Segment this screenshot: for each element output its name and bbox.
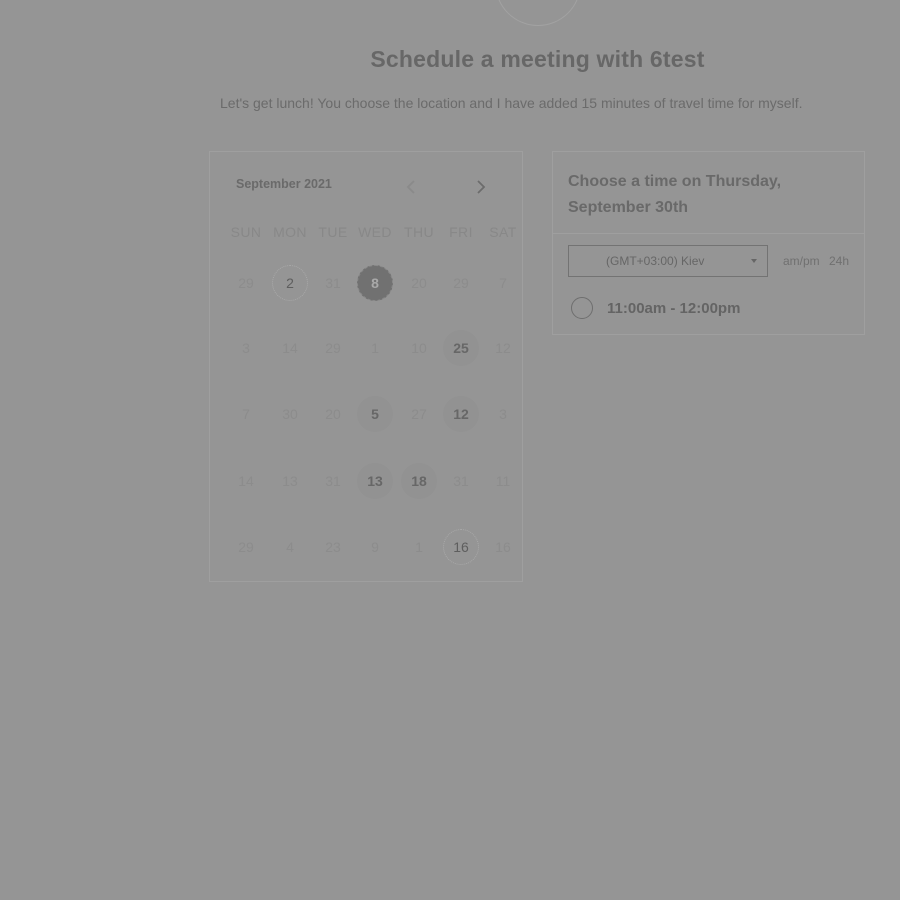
meeting-description: Let's get lunch! You choose the location… [220, 95, 803, 111]
calendar-day: 29 [238, 275, 254, 291]
calendar-day-selected[interactable]: 8 [357, 265, 393, 301]
time-slot-panel: Choose a time on Thursday, September 30t… [552, 151, 865, 335]
calendar-day: 29 [238, 539, 254, 555]
calendar-day: 14 [238, 473, 254, 489]
page-title: Schedule a meeting with 6test [370, 46, 705, 72]
calendar-day: 1 [371, 340, 379, 356]
calendar-day: 30 [282, 406, 298, 422]
caret-down-icon [751, 259, 757, 263]
calendar-day: 31 [325, 473, 341, 489]
calendar-day-marked: 2 [272, 265, 308, 301]
calendar-day: 27 [411, 406, 427, 422]
calendar-day-available[interactable]: 18 [401, 463, 437, 499]
calendar-day: 11 [495, 473, 511, 489]
date-picker-calendar: September 2021 SUN MON TUE WED THU FRI SAT 29 2… [209, 151, 523, 582]
scheduling-page: Schedule a meeting with 6test Let's get … [0, 0, 900, 900]
calendar-day: 4 [286, 539, 294, 555]
timezone-select[interactable]: (GMT+03:00) Kiev [568, 245, 768, 277]
calendar-day-marked: 16 [443, 529, 479, 565]
timezone-value: (GMT+03:00) Kiev [606, 254, 705, 268]
host-avatar [495, 0, 581, 26]
calendar-day-available[interactable]: 5 [357, 396, 393, 432]
calendar-day: 23 [325, 539, 341, 555]
day-grid: 29 2 31 8 20 29 7 3 14 29 1 10 25 12 7 30 20 5 27 12 3 14 13 31… [210, 152, 524, 583]
radio-button[interactable] [571, 297, 593, 319]
format-24h-toggle[interactable]: 24h [829, 254, 849, 268]
calendar-day: 9 [371, 539, 379, 555]
calendar-day: 29 [453, 275, 469, 291]
calendar-day-available[interactable]: 25 [443, 330, 479, 366]
time-slot-label: 11:00am - 12:00pm [607, 299, 741, 317]
calendar-day: 31 [453, 473, 469, 489]
calendar-day: 31 [325, 275, 341, 291]
calendar-day: 16 [495, 539, 511, 555]
calendar-day: 29 [325, 340, 341, 356]
calendar-day: 12 [495, 340, 511, 356]
calendar-day: 20 [411, 275, 427, 291]
calendar-day: 3 [499, 406, 507, 422]
calendar-day: 7 [499, 275, 507, 291]
calendar-day-available[interactable]: 12 [443, 396, 479, 432]
divider [553, 233, 864, 234]
calendar-day: 7 [242, 406, 250, 422]
calendar-day: 10 [411, 340, 427, 356]
time-panel-heading: Choose a time on Thursday, September 30t… [568, 173, 782, 216]
calendar-day: 14 [282, 340, 298, 356]
time-slot-option[interactable]: 11:00am - 12:00pm [571, 297, 740, 319]
calendar-day: 13 [282, 473, 298, 489]
calendar-day: 3 [242, 340, 250, 356]
calendar-day-available[interactable]: 13 [357, 463, 393, 499]
format-12h-toggle[interactable]: am/pm [783, 254, 820, 268]
calendar-day: 20 [325, 406, 341, 422]
calendar-day: 1 [415, 539, 423, 555]
